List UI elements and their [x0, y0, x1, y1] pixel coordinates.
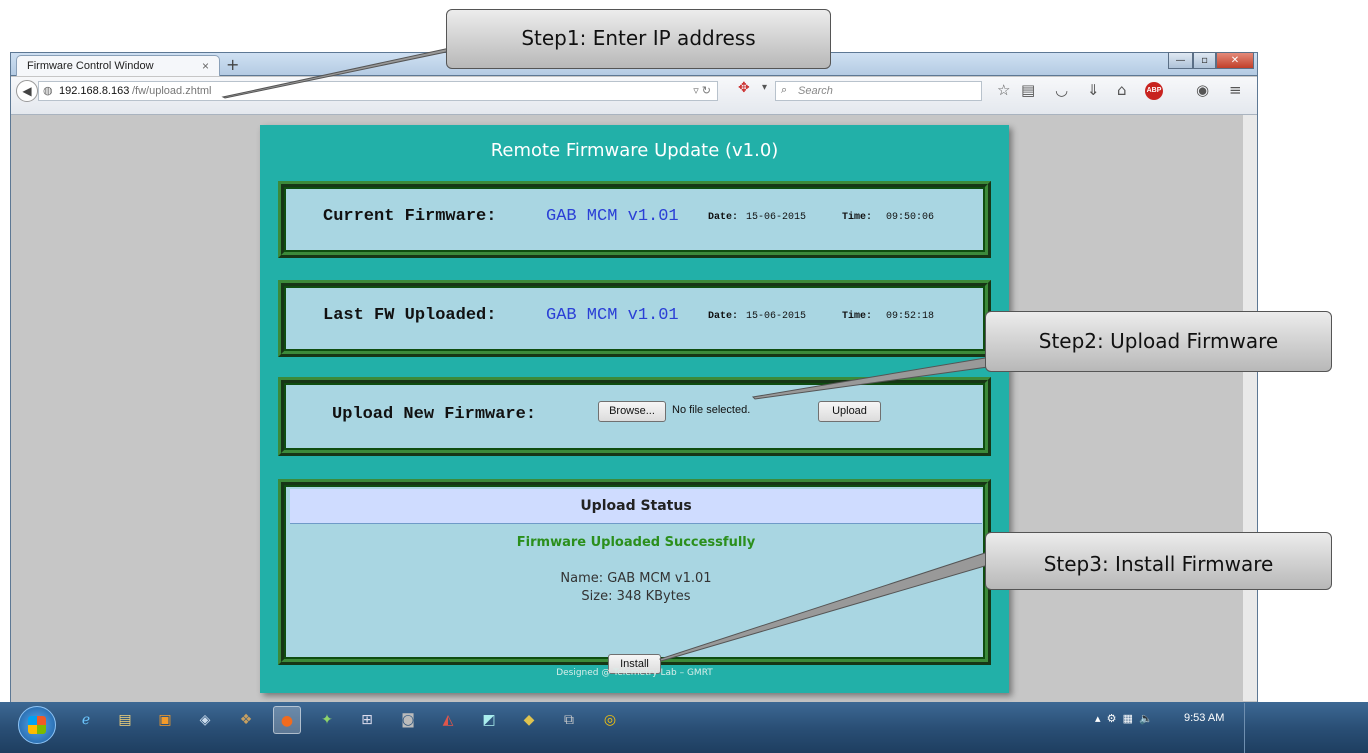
current-date-label: Date:	[708, 212, 739, 223]
last-time: 09:52:18	[886, 311, 935, 322]
window-controls: — ▫ ✕	[1168, 52, 1254, 70]
tab-title: Firmware Control Window	[27, 60, 154, 72]
step1-callout: Step1: Enter IP address	[446, 9, 831, 69]
network-icon[interactable]: ⊞	[353, 706, 381, 734]
box-icon[interactable]: ❖	[232, 706, 260, 734]
current-time: 09:50:06	[886, 212, 935, 223]
last-uploaded-label: Last FW Uploaded:	[323, 306, 497, 325]
current-date: 15-06-2015	[746, 212, 807, 223]
download-icon[interactable]: ⇓	[1087, 81, 1100, 99]
pocket-icon[interactable]: ◡	[1055, 81, 1068, 99]
start-button[interactable]	[18, 706, 56, 744]
media-player-icon[interactable]: ▣	[151, 706, 179, 734]
url-host: 192.168.8.163	[59, 85, 130, 97]
scrollbar[interactable]	[1243, 115, 1257, 701]
star-icon[interactable]: ☆	[997, 81, 1010, 99]
file-status-text: No file selected.	[672, 404, 751, 416]
clock[interactable]: 9:53 AM	[1184, 712, 1224, 724]
app3-icon[interactable]: ◩	[475, 706, 503, 734]
current-firmware-label: Current Firmware:	[323, 207, 497, 226]
remote-icon[interactable]: ⧉	[555, 706, 583, 734]
app2-icon[interactable]: ✦	[313, 706, 341, 734]
menu-icon[interactable]: ≡	[1229, 81, 1242, 99]
windows-logo-icon	[28, 716, 46, 734]
step3-callout: Step3: Install Firmware	[985, 532, 1332, 590]
upload-status-heading: Upload Status	[290, 489, 982, 524]
audio-icon[interactable]: ◙	[394, 706, 422, 734]
maximize-button[interactable]: ▫	[1193, 52, 1216, 69]
chrome-icon[interactable]: ◎	[596, 706, 624, 734]
firefox-icon[interactable]: ●	[273, 706, 301, 734]
app-icon[interactable]: ◈	[191, 706, 219, 734]
upload-firmware-box: Upload New Firmware: Browse... No file s…	[278, 377, 991, 456]
last-date-label: Date:	[708, 311, 739, 322]
search-input[interactable]: ⌕ Search	[775, 81, 982, 101]
new-tab-button[interactable]: +	[226, 55, 239, 74]
adblock-icon[interactable]: ABP	[1145, 82, 1163, 100]
addon-icon[interactable]: ✥	[738, 80, 750, 96]
browse-button[interactable]: Browse...	[598, 401, 666, 422]
chevron-down-icon[interactable]: ▾	[762, 82, 767, 93]
upload-firmware-label: Upload New Firmware:	[332, 405, 537, 424]
app4-icon[interactable]: ◆	[515, 706, 543, 734]
search-placeholder: Search	[798, 85, 833, 97]
footer-credit: Designed @ Telemetry Lab – GMRT	[556, 668, 713, 678]
url-path: /fw/upload.zhtml	[132, 85, 212, 97]
uploaded-size: Size: 348 KBytes	[581, 589, 691, 604]
globe-icon: ◍	[43, 85, 53, 97]
upload-button[interactable]: Upload	[818, 401, 881, 422]
step2-callout: Step2: Upload Firmware	[985, 311, 1332, 372]
close-window-button[interactable]: ✕	[1216, 52, 1254, 69]
show-desktop-button[interactable]	[1244, 703, 1259, 753]
page-title: Remote Firmware Update (v1.0)	[490, 140, 779, 161]
current-time-label: Time:	[842, 212, 873, 223]
last-time-label: Time:	[842, 311, 873, 322]
address-bar[interactable]: ◍ 192.168.8.163 /fw/upload.zhtml ▿ ↻	[38, 81, 718, 101]
upload-success-message: Firmware Uploaded Successfully	[516, 535, 756, 550]
last-uploaded-name: GAB MCM v1.01	[546, 306, 679, 325]
search-icon: ⌕	[781, 84, 788, 96]
chat-icon[interactable]: ◉	[1196, 81, 1209, 99]
last-date: 15-06-2015	[746, 311, 807, 322]
explorer-icon[interactable]: ▤	[111, 706, 139, 734]
matlab-icon[interactable]: ◭	[434, 706, 462, 734]
last-uploaded-box: Last FW Uploaded: GAB MCM v1.01 Date: 15…	[278, 280, 991, 357]
minimize-button[interactable]: —	[1168, 52, 1193, 69]
uploaded-name: Name: GAB MCM v1.01	[560, 571, 712, 586]
ie-icon[interactable]: ℯ	[72, 706, 100, 734]
browser-tab[interactable]: Firmware Control Window ×	[16, 55, 220, 76]
home-icon[interactable]: ⌂	[1117, 81, 1127, 99]
reading-list-icon[interactable]: ▤	[1021, 81, 1035, 99]
back-button[interactable]: ◀	[16, 80, 38, 102]
reload-icon[interactable]: ▿ ↻	[693, 84, 711, 97]
system-tray[interactable]: ▴ ⚙ ▦ 🔈	[1095, 712, 1153, 725]
tab-close-icon[interactable]: ×	[202, 59, 209, 73]
current-firmware-box: Current Firmware: GAB MCM v1.01 Date: 15…	[278, 181, 991, 258]
current-firmware-name: GAB MCM v1.01	[546, 207, 679, 226]
